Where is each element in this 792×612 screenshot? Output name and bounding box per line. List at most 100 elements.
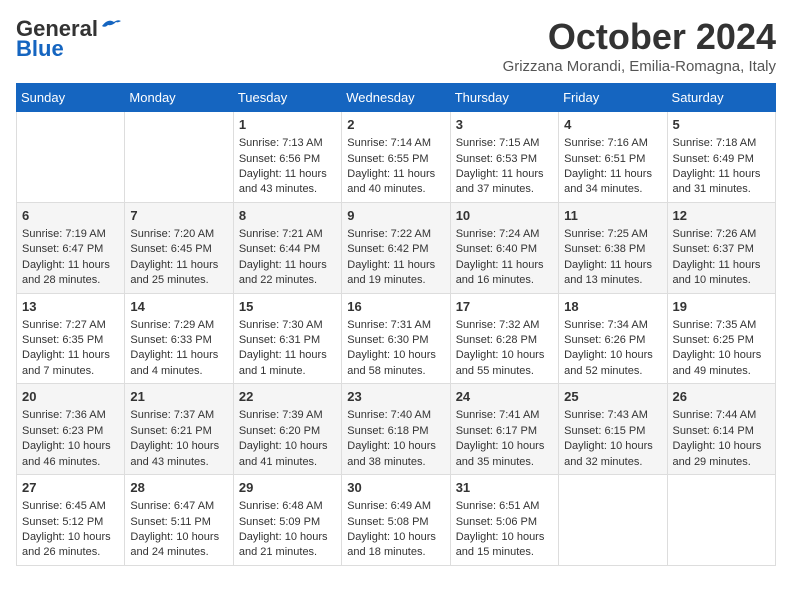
day-number: 6 bbox=[22, 207, 119, 225]
day-number: 25 bbox=[564, 388, 661, 406]
day-number: 9 bbox=[347, 207, 444, 225]
location-subtitle: Grizzana Morandi, Emilia-Romagna, Italy bbox=[503, 58, 776, 75]
sunrise-text: Sunrise: 7:32 AM bbox=[456, 318, 553, 333]
sunrise-text: Sunrise: 7:40 AM bbox=[347, 408, 444, 423]
sunset-text: Sunset: 6:33 PM bbox=[130, 333, 227, 348]
calendar-cell: 15Sunrise: 7:30 AMSunset: 6:31 PMDayligh… bbox=[233, 293, 341, 384]
calendar-cell: 4Sunrise: 7:16 AMSunset: 6:51 PMDaylight… bbox=[559, 112, 667, 203]
daylight-text: Daylight: 11 hours and 37 minutes. bbox=[456, 167, 553, 198]
daylight-text: Daylight: 10 hours and 32 minutes. bbox=[564, 439, 661, 470]
daylight-text: Daylight: 11 hours and 4 minutes. bbox=[130, 348, 227, 379]
day-number: 19 bbox=[673, 298, 770, 316]
column-header-saturday: Saturday bbox=[667, 84, 775, 112]
daylight-text: Daylight: 11 hours and 43 minutes. bbox=[239, 167, 336, 198]
daylight-text: Daylight: 10 hours and 46 minutes. bbox=[22, 439, 119, 470]
calendar-cell: 7Sunrise: 7:20 AMSunset: 6:45 PMDaylight… bbox=[125, 202, 233, 293]
day-number: 8 bbox=[239, 207, 336, 225]
daylight-text: Daylight: 10 hours and 18 minutes. bbox=[347, 530, 444, 561]
sunset-text: Sunset: 6:30 PM bbox=[347, 333, 444, 348]
sunset-text: Sunset: 6:53 PM bbox=[456, 152, 553, 167]
page-header: General Blue October 2024 Grizzana Moran… bbox=[16, 16, 776, 75]
daylight-text: Daylight: 11 hours and 7 minutes. bbox=[22, 348, 119, 379]
sunrise-text: Sunrise: 6:48 AM bbox=[239, 499, 336, 514]
calendar-cell: 12Sunrise: 7:26 AMSunset: 6:37 PMDayligh… bbox=[667, 202, 775, 293]
sunrise-text: Sunrise: 7:29 AM bbox=[130, 318, 227, 333]
daylight-text: Daylight: 10 hours and 26 minutes. bbox=[22, 530, 119, 561]
daylight-text: Daylight: 11 hours and 28 minutes. bbox=[22, 258, 119, 289]
daylight-text: Daylight: 11 hours and 34 minutes. bbox=[564, 167, 661, 198]
sunset-text: Sunset: 6:44 PM bbox=[239, 242, 336, 257]
calendar-cell: 25 Sunrise: 7:43 AMSunset: 6:15 PMDayligh… bbox=[559, 384, 667, 475]
daylight-text: Daylight: 10 hours and 21 minutes. bbox=[239, 530, 336, 561]
calendar-week-row: 27Sunrise: 6:45 AMSunset: 5:12 PMDayligh… bbox=[17, 475, 776, 566]
sunset-text: Sunset: 6:26 PM bbox=[564, 333, 661, 348]
daylight-text: Daylight: 11 hours and 16 minutes. bbox=[456, 258, 553, 289]
sunrise-text: Sunrise: 7:24 AM bbox=[456, 227, 553, 242]
sunset-text: Sunset: 6:23 PM bbox=[22, 424, 119, 439]
sunrise-text: Sunrise: 7:43 AM bbox=[564, 408, 661, 423]
day-number: 10 bbox=[456, 207, 553, 225]
logo-bird-icon bbox=[100, 16, 122, 34]
calendar-cell bbox=[125, 112, 233, 203]
day-number: 7 bbox=[130, 207, 227, 225]
month-title: October 2024 bbox=[503, 16, 776, 58]
sunrise-text: Sunrise: 6:49 AM bbox=[347, 499, 444, 514]
daylight-text: Daylight: 10 hours and 38 minutes. bbox=[347, 439, 444, 470]
daylight-text: Daylight: 10 hours and 29 minutes. bbox=[673, 439, 770, 470]
calendar-week-row: 6Sunrise: 7:19 AMSunset: 6:47 PMDaylight… bbox=[17, 202, 776, 293]
calendar-cell: 14 Sunrise: 7:29 AMSunset: 6:33 PMDayligh… bbox=[125, 293, 233, 384]
sunset-text: Sunset: 6:15 PM bbox=[564, 424, 661, 439]
day-number: 11 bbox=[564, 207, 661, 225]
sunrise-text: Sunrise: 7:34 AM bbox=[564, 318, 661, 333]
sunset-text: Sunset: 6:38 PM bbox=[564, 242, 661, 257]
day-number: 18 bbox=[564, 298, 661, 316]
daylight-text: Daylight: 10 hours and 52 minutes. bbox=[564, 348, 661, 379]
day-number: 13 bbox=[22, 298, 119, 316]
sunrise-text: Sunrise: 6:45 AM bbox=[22, 499, 119, 514]
day-number: 20 bbox=[22, 388, 119, 406]
sunrise-text: Sunrise: 7:16 AM bbox=[564, 136, 661, 151]
calendar-cell bbox=[667, 475, 775, 566]
sunset-text: Sunset: 6:14 PM bbox=[673, 424, 770, 439]
sunrise-text: Sunrise: 7:19 AM bbox=[22, 227, 119, 242]
logo-blue: Blue bbox=[16, 36, 64, 62]
calendar-cell: 5Sunrise: 7:18 AMSunset: 6:49 PMDaylight… bbox=[667, 112, 775, 203]
sunrise-text: Sunrise: 7:18 AM bbox=[673, 136, 770, 151]
day-number: 28 bbox=[130, 479, 227, 497]
calendar-cell: 16Sunrise: 7:31 AMSunset: 6:30 PMDayligh… bbox=[342, 293, 450, 384]
day-number: 12 bbox=[673, 207, 770, 225]
calendar-cell: 30Sunrise: 6:49 AMSunset: 5:08 PMDayligh… bbox=[342, 475, 450, 566]
sunset-text: Sunset: 6:55 PM bbox=[347, 152, 444, 167]
sunrise-text: Sunrise: 7:27 AM bbox=[22, 318, 119, 333]
day-number: 14 bbox=[130, 298, 227, 316]
sunset-text: Sunset: 6:49 PM bbox=[673, 152, 770, 167]
calendar-cell: 31Sunrise: 6:51 AMSunset: 5:06 PMDayligh… bbox=[450, 475, 558, 566]
calendar-cell: 24Sunrise: 7:41 AMSunset: 6:17 PMDayligh… bbox=[450, 384, 558, 475]
sunrise-text: Sunrise: 7:20 AM bbox=[130, 227, 227, 242]
calendar-cell: 23Sunrise: 7:40 AMSunset: 6:18 PMDayligh… bbox=[342, 384, 450, 475]
calendar-cell: 13Sunrise: 7:27 AMSunset: 6:35 PMDayligh… bbox=[17, 293, 125, 384]
sunset-text: Sunset: 5:11 PM bbox=[130, 515, 227, 530]
title-block: October 2024 Grizzana Morandi, Emilia-Ro… bbox=[503, 16, 776, 75]
sunset-text: Sunset: 6:31 PM bbox=[239, 333, 336, 348]
daylight-text: Daylight: 11 hours and 13 minutes. bbox=[564, 258, 661, 289]
calendar-cell: 28Sunrise: 6:47 AMSunset: 5:11 PMDayligh… bbox=[125, 475, 233, 566]
logo: General Blue bbox=[16, 16, 122, 62]
sunrise-text: Sunrise: 7:25 AM bbox=[564, 227, 661, 242]
calendar-cell: 20Sunrise: 7:36 AMSunset: 6:23 PMDayligh… bbox=[17, 384, 125, 475]
sunrise-text: Sunrise: 7:44 AM bbox=[673, 408, 770, 423]
column-header-monday: Monday bbox=[125, 84, 233, 112]
calendar-table: SundayMondayTuesdayWednesdayThursdayFrid… bbox=[16, 83, 776, 566]
calendar-cell: 21Sunrise: 7:37 AMSunset: 6:21 PMDayligh… bbox=[125, 384, 233, 475]
daylight-text: Daylight: 11 hours and 40 minutes. bbox=[347, 167, 444, 198]
daylight-text: Daylight: 11 hours and 10 minutes. bbox=[673, 258, 770, 289]
column-header-tuesday: Tuesday bbox=[233, 84, 341, 112]
day-number: 16 bbox=[347, 298, 444, 316]
sunrise-text: Sunrise: 7:21 AM bbox=[239, 227, 336, 242]
calendar-cell: 10Sunrise: 7:24 AMSunset: 6:40 PMDayligh… bbox=[450, 202, 558, 293]
calendar-cell: 22Sunrise: 7:39 AMSunset: 6:20 PMDayligh… bbox=[233, 384, 341, 475]
daylight-text: Daylight: 10 hours and 49 minutes. bbox=[673, 348, 770, 379]
day-number: 27 bbox=[22, 479, 119, 497]
day-number: 1 bbox=[239, 116, 336, 134]
sunrise-text: Sunrise: 7:31 AM bbox=[347, 318, 444, 333]
